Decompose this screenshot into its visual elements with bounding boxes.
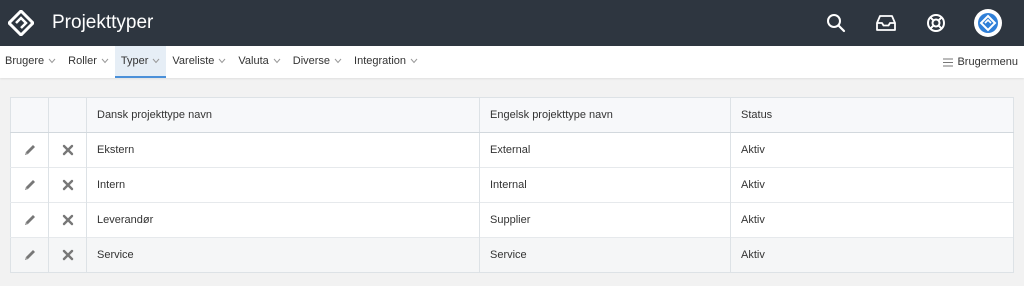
- chevron-down-icon: [410, 57, 418, 65]
- nav-item-diverse[interactable]: Diverse: [287, 46, 348, 78]
- help-icon[interactable]: [924, 11, 948, 35]
- user-avatar-icon[interactable]: [974, 9, 1002, 37]
- nav-item-vareliste[interactable]: Vareliste: [166, 46, 232, 78]
- english-name-cell: External: [479, 132, 731, 168]
- chevron-down-icon: [152, 57, 160, 65]
- delete-cell: [48, 202, 87, 238]
- edit-cell: [10, 237, 49, 273]
- chevron-down-icon: [334, 57, 342, 65]
- user-menu-button[interactable]: Brugermenu: [943, 46, 1018, 78]
- table-header-row: Dansk projekttype navn Engelsk projektty…: [10, 97, 1014, 133]
- user-menu-label: Brugermenu: [957, 56, 1018, 68]
- status-cell: Aktiv: [730, 167, 1014, 203]
- nav-item-valuta[interactable]: Valuta: [232, 46, 286, 78]
- table-row: Intern Internal Aktiv: [10, 167, 1014, 203]
- menu-icon: [943, 58, 954, 67]
- column-header-status[interactable]: Status: [730, 97, 1014, 133]
- danish-name-cell: Service: [86, 237, 480, 273]
- inbox-icon[interactable]: [874, 11, 898, 35]
- nav-item-label: Diverse: [292, 55, 331, 67]
- chevron-down-icon: [273, 57, 281, 65]
- nav-item-brugere[interactable]: Brugere: [5, 46, 62, 78]
- danish-name-cell: Ekstern: [86, 132, 480, 168]
- column-header-english[interactable]: Engelsk projekttype navn: [479, 97, 731, 133]
- edit-icon[interactable]: [20, 140, 40, 160]
- english-name-cell: Supplier: [479, 202, 731, 238]
- delete-cell: [48, 132, 87, 168]
- nav-item-label: Roller: [68, 55, 97, 67]
- edit-icon[interactable]: [20, 175, 40, 195]
- table-row: Ekstern External Aktiv: [10, 132, 1014, 168]
- edit-column-header: [10, 97, 49, 133]
- nav-item-roller[interactable]: Roller: [62, 46, 115, 78]
- delete-icon[interactable]: [58, 175, 78, 195]
- chevron-down-icon: [218, 57, 226, 65]
- delete-icon[interactable]: [58, 210, 78, 230]
- chevron-down-icon: [101, 57, 109, 65]
- delete-icon[interactable]: [58, 140, 78, 160]
- edit-icon[interactable]: [20, 210, 40, 230]
- nav-item-label: Vareliste: [172, 55, 215, 67]
- status-cell: Aktiv: [730, 202, 1014, 238]
- danish-name-cell: Leverandør: [86, 202, 480, 238]
- english-name-cell: Internal: [479, 167, 731, 203]
- nav-item-label: Brugere: [5, 55, 45, 67]
- logo-icon[interactable]: [8, 10, 34, 36]
- nav-item-typer[interactable]: Typer: [114, 46, 167, 78]
- nav-item-label: Valuta: [238, 55, 269, 67]
- project-types-table: Dansk projekttype navn Engelsk projektty…: [10, 97, 1014, 273]
- delete-column-header: [48, 97, 87, 133]
- status-cell: Aktiv: [730, 237, 1014, 273]
- edit-cell: [10, 167, 49, 203]
- page-title: Projekttyper: [52, 12, 154, 33]
- table-row: Service Service Aktiv: [10, 237, 1014, 273]
- table-row: Leverandør Supplier Aktiv: [10, 202, 1014, 238]
- chevron-down-icon: [48, 57, 56, 65]
- nav-item-integration[interactable]: Integration: [348, 46, 424, 78]
- column-header-danish[interactable]: Dansk projekttype navn: [86, 97, 480, 133]
- delete-cell: [48, 237, 87, 273]
- status-cell: Aktiv: [730, 132, 1014, 168]
- delete-icon[interactable]: [58, 245, 78, 265]
- top-bar: Projekttyper: [0, 0, 1024, 46]
- nav-bar: Brugere Roller Typer Vareliste Valuta Di…: [0, 46, 1024, 78]
- search-icon[interactable]: [824, 11, 848, 35]
- danish-name-cell: Intern: [86, 167, 480, 203]
- nav-item-label: Integration: [354, 55, 407, 67]
- main-content: Dansk projekttype navn Engelsk projektty…: [0, 78, 1024, 273]
- english-name-cell: Service: [479, 237, 731, 273]
- edit-cell: [10, 132, 49, 168]
- nav-item-label: Typer: [120, 55, 149, 67]
- edit-icon[interactable]: [20, 245, 40, 265]
- edit-cell: [10, 202, 49, 238]
- delete-cell: [48, 167, 87, 203]
